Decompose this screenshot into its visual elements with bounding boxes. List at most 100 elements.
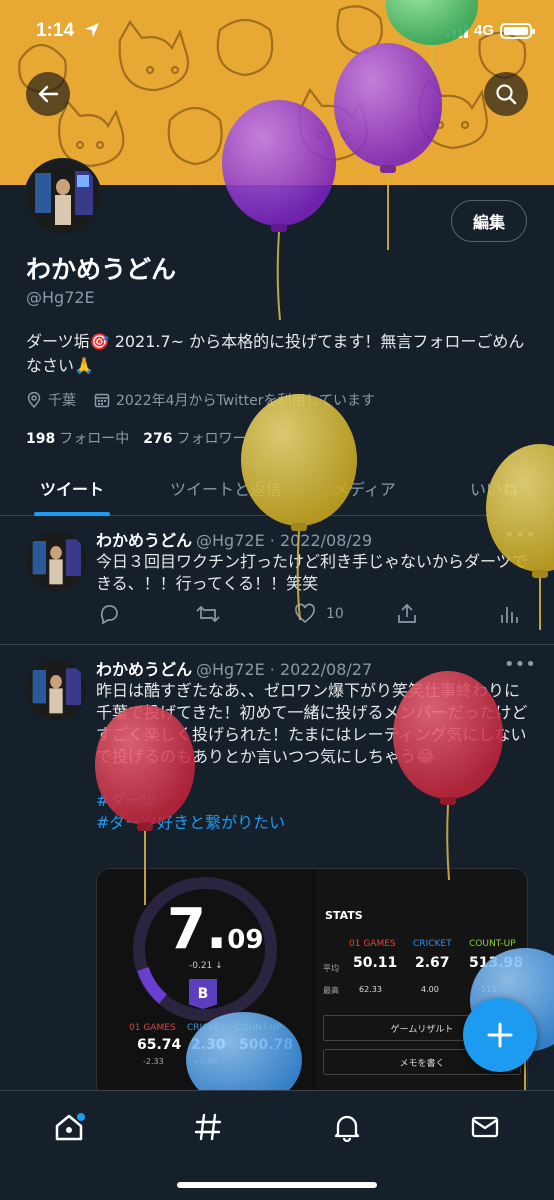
tweet-header: わかめうどん @Hg72E · 2022/08/29 <box>96 531 373 550</box>
network-type: 4G <box>473 22 494 39</box>
stat-label: COUNT-UP <box>235 1023 282 1033</box>
status-indicators: 4G <box>445 22 535 39</box>
location-text: 千葉 <box>48 393 76 409</box>
profile-meta: 千葉 2022年4月からTwitterを利用しています <box>26 390 375 410</box>
tab-likes[interactable]: いいね <box>470 476 518 500</box>
tweet-header: わかめうどん @Hg72E · 2022/08/27 <box>96 660 373 679</box>
stat-value: 500.78 <box>239 1037 294 1053</box>
followers-label: フォロワー <box>176 431 247 447</box>
plus-icon <box>487 1022 513 1048</box>
search-button[interactable] <box>484 72 528 116</box>
following-label: フォロー中 <box>59 431 130 447</box>
profile-handle: @Hg72E <box>26 288 95 307</box>
stats-title: STATS <box>325 909 363 922</box>
tweet-author-handle: @Hg72E <box>196 531 265 550</box>
calendar-icon <box>94 393 110 408</box>
nav-home[interactable] <box>49 1107 89 1147</box>
hashtag-link[interactable]: #ダーツ <box>96 790 534 812</box>
joined-text: 2022年4月からTwitterを利用しています <box>116 393 376 409</box>
profile-tabs: ツイート ツイートと返信 メディア いいね <box>0 462 554 516</box>
stat-delta: +0.06 <box>193 1057 218 1066</box>
profile-display-name: わかめうどん <box>26 255 177 284</box>
stats-header: COUNT-UP <box>469 939 516 949</box>
tweet[interactable]: わかめうどん @Hg72E · 2022/08/29 ••• 今日３回目ワクチン打… <box>0 517 554 645</box>
stats-avg: 50.11 <box>353 955 398 971</box>
stats-avg: 2.67 <box>415 955 450 971</box>
like-button[interactable]: 10 <box>294 603 344 625</box>
tweet-text: 今日３回目ワクチン打ったけど利き手じゃないからダーツできる、！！行ってくる！！笑… <box>96 552 528 593</box>
more-icon[interactable]: ••• <box>504 654 536 675</box>
followers-link[interactable]: 276 フォロワー <box>143 428 246 448</box>
reply-button[interactable] <box>98 603 120 625</box>
followers-count: 276 <box>143 431 173 447</box>
following-link[interactable]: 198 フォロー中 <box>26 428 129 448</box>
status-bar: 1:14 4G <box>0 0 554 62</box>
rating-delta: -0.21 ↓ <box>189 961 223 971</box>
tweet-actions: 10 <box>96 603 526 627</box>
joined-item: 2022年4月からTwitterを利用しています <box>94 390 375 410</box>
nav-explore[interactable] <box>188 1107 228 1147</box>
stats-header: 01 GAMES <box>349 939 396 949</box>
tweet-author-handle: @Hg72E <box>196 660 265 679</box>
tab-tweets-and-replies[interactable]: ツイートと返信 <box>170 476 282 500</box>
stat-label: CRICKET <box>187 1023 226 1033</box>
share-button[interactable] <box>396 603 418 625</box>
tweet-author-name[interactable]: わかめうどん <box>96 531 192 550</box>
tweet-date: 2022/08/27 <box>279 660 373 679</box>
hashtag-icon <box>194 1113 222 1141</box>
avatar-photo <box>26 531 86 591</box>
bell-icon <box>334 1115 360 1142</box>
back-button[interactable] <box>26 72 70 116</box>
like-count: 10 <box>326 606 344 622</box>
arrow-left-icon <box>38 85 59 103</box>
reply-icon <box>100 605 118 625</box>
share-icon <box>398 603 416 623</box>
tab-active-indicator <box>34 512 110 516</box>
avatar-photo <box>26 660 86 720</box>
tweet-avatar[interactable] <box>26 531 86 591</box>
profile-avatar[interactable] <box>24 158 102 236</box>
location-pin-icon <box>27 392 41 408</box>
tab-tweets[interactable]: ツイート <box>40 476 104 500</box>
status-time: 1:14 <box>36 20 75 41</box>
more-icon[interactable]: ••• <box>504 525 536 546</box>
tweet-date: 2022/08/29 <box>279 531 373 550</box>
follow-stats: 198 フォロー中 276 フォロワー <box>26 428 246 448</box>
analytics-button[interactable] <box>498 603 520 625</box>
following-count: 198 <box>26 431 56 447</box>
heart-icon <box>295 603 315 624</box>
avatar-photo <box>27 161 99 233</box>
tweet-text: 昨日は酷すぎたなあ、、ゼロワン爆下がり笑笑仕事終わりに千葉で投げてきた！初めて一… <box>96 680 534 834</box>
hashtag-link[interactable]: #ダーツ好きと繋がりたい <box>96 812 534 834</box>
tab-media[interactable]: メディア <box>333 476 396 500</box>
stats-max: 4.00 <box>421 985 439 994</box>
location-arrow-icon <box>85 23 99 37</box>
stat-delta: -2.33 <box>143 1057 164 1066</box>
stats-avg: 513.98 <box>469 955 524 971</box>
flight-badge: B <box>189 979 217 1009</box>
location-item: 千葉 <box>26 390 76 410</box>
stat-value: 2.30 <box>191 1037 226 1053</box>
home-indicator <box>177 1182 377 1188</box>
home-icon <box>55 1113 85 1141</box>
edit-profile-button[interactable]: 編集 <box>451 200 527 242</box>
battery-icon <box>500 22 535 39</box>
stat-value: 65.74 <box>137 1037 182 1053</box>
tweet-author-name[interactable]: わかめうどん <box>96 660 192 679</box>
stats-max: 62.33 <box>359 985 382 994</box>
stat-label: 01 GAMES <box>129 1023 176 1033</box>
tweet-text-body: 昨日は酷すぎたなあ、、ゼロワン爆下がり笑笑仕事終わりに千葉で投げてきた！初めて一… <box>96 681 528 766</box>
stats-header: CRICKET <box>413 939 452 949</box>
analytics-icon <box>501 607 518 623</box>
nav-messages[interactable] <box>465 1107 505 1147</box>
profile-bio: ダーツ垢🎯 2021.7~ から本格的に投げてます！無言フォローごめんなさい🙏 <box>26 332 525 375</box>
stats-max: 513 <box>481 985 497 994</box>
compose-tweet-button[interactable] <box>463 998 537 1072</box>
nav-notifications[interactable] <box>327 1107 367 1147</box>
retweet-button[interactable] <box>196 603 220 625</box>
search-icon <box>496 84 517 105</box>
mail-icon <box>471 1116 499 1138</box>
tweet-image[interactable]: 7.09 -0.21 ↓ B 01 GAMES CRICKET COUNT-UP… <box>96 868 528 1098</box>
tweet-avatar[interactable] <box>26 660 86 720</box>
rating-panel: 7.09 -0.21 ↓ B 01 GAMES CRICKET COUNT-UP… <box>97 869 313 1097</box>
